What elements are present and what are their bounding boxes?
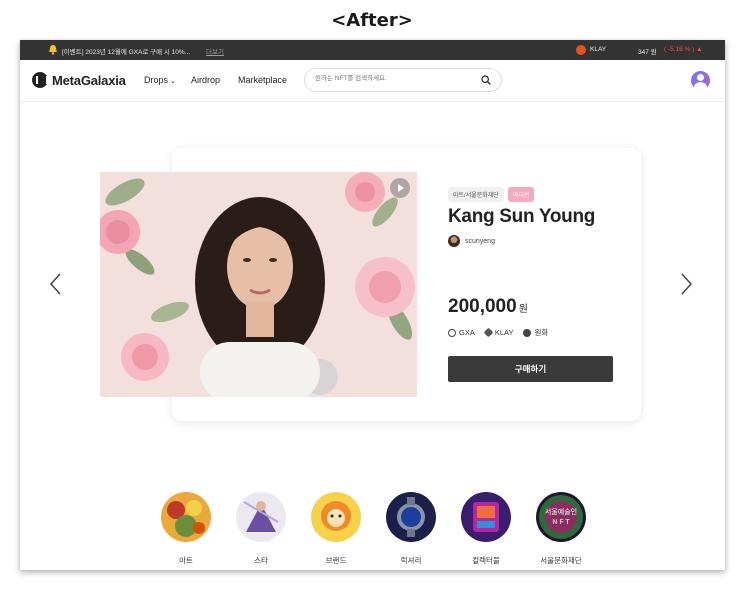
price-value: 200,000 [448, 296, 517, 317]
payment-methods: GXA KLAY 원화 [448, 327, 548, 338]
nav-marketplace[interactable]: Marketplace [238, 75, 287, 85]
nav-drops-label: Drops [144, 75, 169, 85]
klay-price: 347 원 [638, 49, 657, 56]
seoul-badge-line2: N F T [552, 519, 570, 526]
category-label: 컬렉터블 [472, 556, 500, 565]
search-input[interactable] [315, 75, 475, 82]
main-nav: MetaGalaxia Drops ⌄ Airdrop Marketplace [20, 60, 725, 102]
creator-row[interactable]: scunyeng [448, 235, 495, 247]
edition-tag: 에디션 [507, 187, 535, 202]
category-item-brand[interactable]: 브랜드 [306, 492, 366, 566]
play-icon[interactable] [390, 178, 410, 198]
creator-avatar [448, 235, 460, 247]
payment-krw-label: 원화 [534, 328, 549, 337]
price-unit: 원 [518, 304, 528, 315]
browser-frame: [이벤트] 2023년 12월에 GXA로 구매 시 10%... 더보기 KL… [20, 40, 725, 570]
category-tag: 아트/서울문화재단 [448, 187, 504, 202]
category-label: 브랜드 [325, 556, 347, 565]
category-label: 스타 [254, 556, 268, 565]
payment-klay-label: KLAY [494, 328, 514, 337]
category-label: 럭셔리 [400, 556, 422, 565]
logo-text: MetaGalaxia [52, 72, 126, 88]
payment-krw: 원화 [523, 327, 548, 338]
payment-gxa: GXA [448, 327, 475, 338]
creator-name: scunyeng [465, 237, 495, 245]
category-item-star[interactable]: 스타 [231, 492, 291, 566]
chevron-down-icon: ⌄ [170, 78, 176, 85]
bell-icon [49, 45, 57, 55]
category-collectible-image [461, 492, 511, 542]
category-item-art[interactable]: 아트 [156, 492, 216, 566]
search-icon[interactable] [481, 75, 491, 85]
page-caption: <After> [331, 10, 413, 31]
payment-klay: KLAY [483, 327, 514, 338]
won-icon [523, 328, 532, 337]
category-label: 아트 [179, 556, 193, 565]
site-logo[interactable]: MetaGalaxia [32, 72, 126, 88]
klay-icon [483, 327, 494, 338]
category-star-image [236, 492, 286, 542]
event-banner-text[interactable]: [이벤트] 2023년 12월에 GXA로 구매 시 10%... [62, 46, 190, 56]
prev-arrow-icon[interactable] [48, 272, 64, 296]
seoul-badge-line1: 서울예술인 [545, 507, 577, 516]
next-arrow-icon[interactable] [678, 272, 694, 296]
nav-drops[interactable]: Drops ⌄ [144, 75, 176, 85]
gxa-icon [448, 328, 456, 337]
category-luxury-image [386, 492, 436, 542]
category-label: 서울문화재단 [540, 556, 582, 565]
payment-gxa-label: GXA [459, 328, 475, 337]
announcement-bar: [이벤트] 2023년 12월에 GXA로 구매 시 10%... 더보기 KL… [20, 40, 725, 60]
category-art-image [161, 492, 211, 542]
category-item-seoul-foundation[interactable]: 서울예술인 N F T 서울문화재단 [531, 492, 591, 566]
user-avatar-icon[interactable] [691, 71, 710, 90]
category-item-collectible[interactable]: 컬렉터블 [456, 492, 516, 566]
nav-airdrop[interactable]: Airdrop [191, 75, 220, 85]
logo-mark-icon [32, 72, 48, 88]
artwork-image[interactable] [100, 172, 417, 397]
artwork-title: Kang Sun Young [448, 206, 596, 227]
price: 200,000 원 [448, 296, 528, 318]
category-item-luxury[interactable]: 럭셔리 [381, 492, 441, 566]
buy-button[interactable]: 구매하기 [448, 356, 613, 382]
klay-change: ( -5.16 % ) ▲ [664, 46, 703, 53]
klay-logo-icon [576, 45, 586, 55]
klay-label: KLAY [590, 46, 607, 53]
search-bar [304, 68, 502, 92]
tag-group: 아트/서울문화재단 에디션 [448, 187, 535, 202]
more-link[interactable]: 더보기 [206, 46, 224, 56]
category-seoul-image: 서울예술인 N F T [536, 492, 586, 542]
category-brand-image [311, 492, 361, 542]
